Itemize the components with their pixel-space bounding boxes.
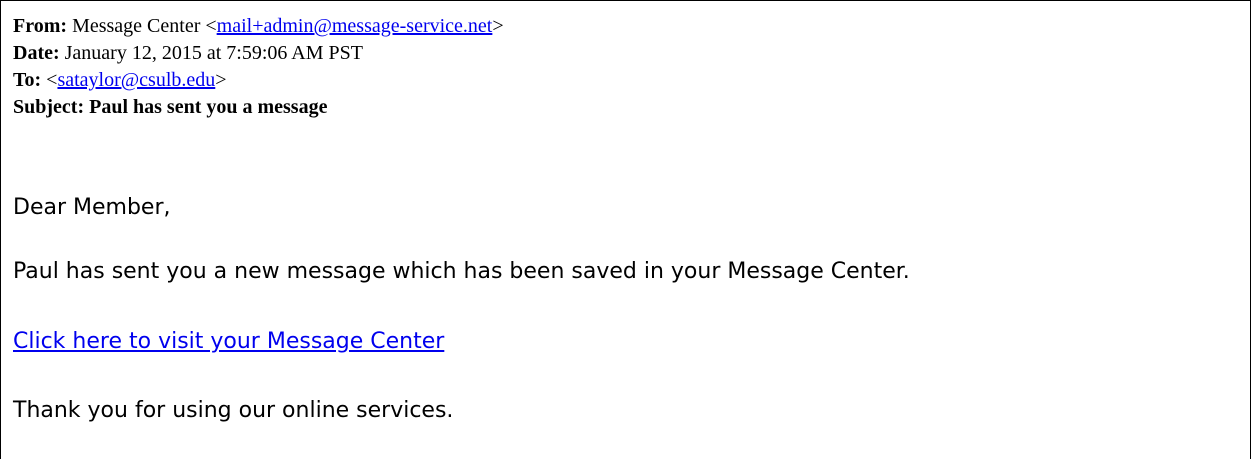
date-label: Date:: [13, 42, 60, 64]
to-header: To: <sataylor@csulb.edu>: [13, 67, 504, 94]
subject-label: Subject:: [13, 96, 85, 118]
visit-message-center-link[interactable]: Click here to visit your Message Center: [13, 329, 444, 354]
to-email-link[interactable]: sataylor@csulb.edu: [57, 69, 215, 91]
from-bracket-open: <: [205, 15, 217, 37]
subject-header: Subject: Paul has sent you a message: [13, 94, 504, 121]
to-label: To:: [13, 69, 42, 91]
email-message-frame: From: Message Center <mail+admin@message…: [0, 0, 1251, 459]
from-header: From: Message Center <mail+admin@message…: [13, 13, 504, 40]
from-name: Message Center: [72, 15, 201, 37]
subject-value: Paul has sent you a message: [89, 96, 328, 118]
from-label: From:: [13, 15, 68, 37]
date-header: Date: January 12, 2015 at 7:59:06 AM PST: [13, 40, 504, 67]
to-bracket-open: <: [46, 69, 58, 91]
email-paragraph-message-saved: Paul has sent you a new message which ha…: [13, 259, 910, 284]
to-bracket-close: >: [215, 69, 227, 91]
from-bracket-close: >: [492, 15, 504, 37]
from-email-link[interactable]: mail+admin@message-service.net: [217, 15, 493, 37]
email-paragraph-thank-you: Thank you for using our online services.: [13, 398, 454, 423]
email-greeting: Dear Member,: [13, 195, 171, 220]
email-headers: From: Message Center <mail+admin@message…: [13, 13, 504, 121]
date-value: January 12, 2015 at 7:59:06 AM PST: [64, 42, 363, 64]
